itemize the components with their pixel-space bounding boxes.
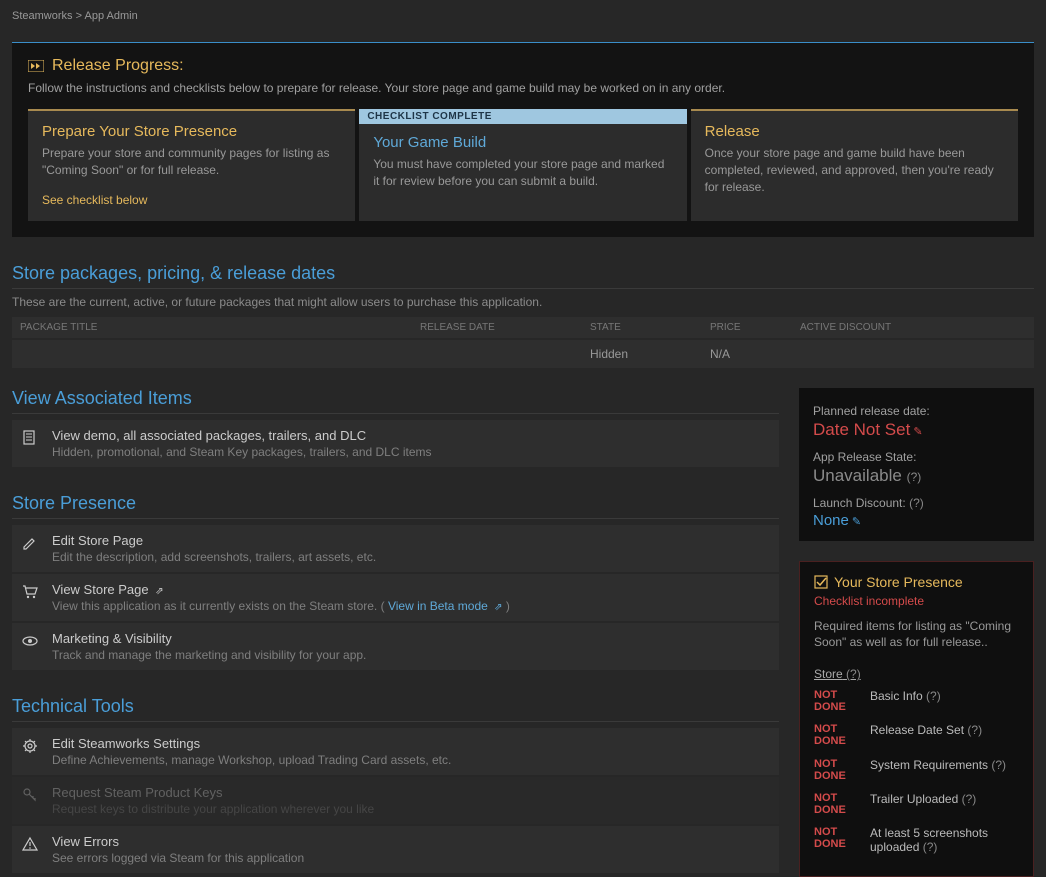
view-errors[interactable]: View Errors See errors logged via Steam … [12, 826, 779, 873]
status-badge: NOTDONE [814, 792, 852, 816]
store-presence-section-title: Store Presence [12, 493, 779, 519]
help-icon[interactable]: (?) [909, 496, 924, 510]
launch-discount-value[interactable]: None [813, 512, 1020, 529]
checklist-item: NOTDONE System Requirements (?) [814, 758, 1019, 782]
breadcrumb-current: App Admin [84, 10, 137, 22]
help-icon[interactable]: (?) [991, 758, 1006, 772]
pencil-icon [22, 533, 40, 551]
technical-tools-section-title: Technical Tools [12, 696, 779, 722]
view-beta-mode-link[interactable]: View in Beta mode [388, 599, 503, 613]
edit-steamworks-settings[interactable]: Edit Steamworks Settings Define Achievem… [12, 728, 779, 775]
launch-discount-label: Launch Discount: (?) [813, 496, 1020, 510]
progress-card-store-presence[interactable]: Prepare Your Store Presence Prepare your… [28, 109, 355, 221]
checkbox-icon [814, 575, 828, 589]
see-checklist-link[interactable]: See checklist below [42, 193, 147, 207]
request-product-keys: Request Steam Product Keys Request keys … [12, 777, 779, 824]
external-link-icon [491, 599, 502, 613]
planned-release-value[interactable]: Date Not Set [813, 420, 1020, 440]
packages-section-title: Store packages, pricing, & release dates [12, 263, 1034, 289]
document-icon [22, 428, 40, 446]
checklist-complete-badge: CHECKLIST COMPLETE [359, 109, 686, 124]
breadcrumb-root[interactable]: Steamworks [12, 10, 73, 22]
warning-icon [22, 834, 40, 852]
checklist-item: NOTDONE Release Date Set (?) [814, 723, 1019, 747]
app-release-state-label: App Release State: [813, 450, 1020, 464]
help-icon[interactable]: (?) [846, 667, 861, 681]
help-icon[interactable]: (?) [926, 689, 941, 703]
release-progress-title: Release Progress: [28, 57, 1018, 75]
status-badge: NOTDONE [814, 689, 852, 713]
status-badge: NOTDONE [814, 826, 852, 854]
release-progress-desc: Follow the instructions and checklists b… [28, 81, 1018, 95]
packages-section-subtitle: These are the current, active, or future… [12, 295, 1034, 309]
col-active-discount: ACTIVE DISCOUNT [800, 322, 1026, 333]
packages-table: PACKAGE TITLE RELEASE DATE STATE PRICE A… [12, 317, 1034, 368]
help-icon[interactable]: (?) [962, 792, 977, 806]
checklist-item: NOTDONE Trailer Uploaded (?) [814, 792, 1019, 816]
eye-icon [22, 631, 40, 649]
view-associated-items[interactable]: View demo, all associated packages, trai… [12, 420, 779, 467]
progress-card-game-build[interactable]: CHECKLIST COMPLETE Your Game Build You m… [359, 109, 686, 221]
edit-icon [910, 420, 922, 439]
progress-card-release[interactable]: Release Once your store page and game bu… [691, 109, 1018, 221]
release-status-sidebar: Planned release date: Date Not Set App R… [799, 388, 1034, 541]
planned-release-label: Planned release date: [813, 404, 1020, 418]
breadcrumb: Steamworks > App Admin [0, 0, 1046, 32]
status-badge: NOTDONE [814, 758, 852, 782]
gear-icon [22, 736, 40, 754]
table-row[interactable]: Hidden N/A [12, 340, 1034, 368]
help-icon[interactable]: (?) [907, 470, 922, 484]
checklist-intro: Required items for listing as "Coming So… [814, 618, 1019, 652]
help-icon[interactable]: (?) [967, 723, 982, 737]
status-badge: NOTDONE [814, 723, 852, 747]
col-price: PRICE [710, 322, 800, 333]
key-icon [22, 785, 40, 803]
edit-icon [849, 512, 861, 529]
checklist-item: NOTDONE At least 5 screenshots uploaded … [814, 826, 1019, 854]
checklist-subtitle: Checklist incomplete [814, 594, 1019, 608]
checklist-title: Your Store Presence [814, 574, 1019, 590]
edit-store-page[interactable]: Edit Store Page Edit the description, ad… [12, 525, 779, 572]
col-state: STATE [590, 322, 710, 333]
fast-forward-icon [28, 60, 44, 72]
help-icon[interactable]: (?) [923, 840, 938, 854]
cart-icon [22, 582, 40, 600]
checklist-item: NOTDONE Basic Info (?) [814, 689, 1019, 713]
col-release-date: RELEASE DATE [420, 322, 590, 333]
release-progress-panel: Release Progress: Follow the instruction… [12, 42, 1034, 237]
app-release-state-value: Unavailable (?) [813, 466, 1020, 486]
external-link-icon [152, 582, 163, 597]
view-store-page[interactable]: View Store Page View this application as… [12, 574, 779, 621]
marketing-visibility[interactable]: Marketing & Visibility Track and manage … [12, 623, 779, 670]
col-package-title: PACKAGE TITLE [20, 322, 420, 333]
checklist-group-store[interactable]: Store (?) [814, 667, 1019, 681]
associated-section-title: View Associated Items [12, 388, 779, 414]
store-presence-checklist: Your Store Presence Checklist incomplete… [799, 561, 1034, 877]
